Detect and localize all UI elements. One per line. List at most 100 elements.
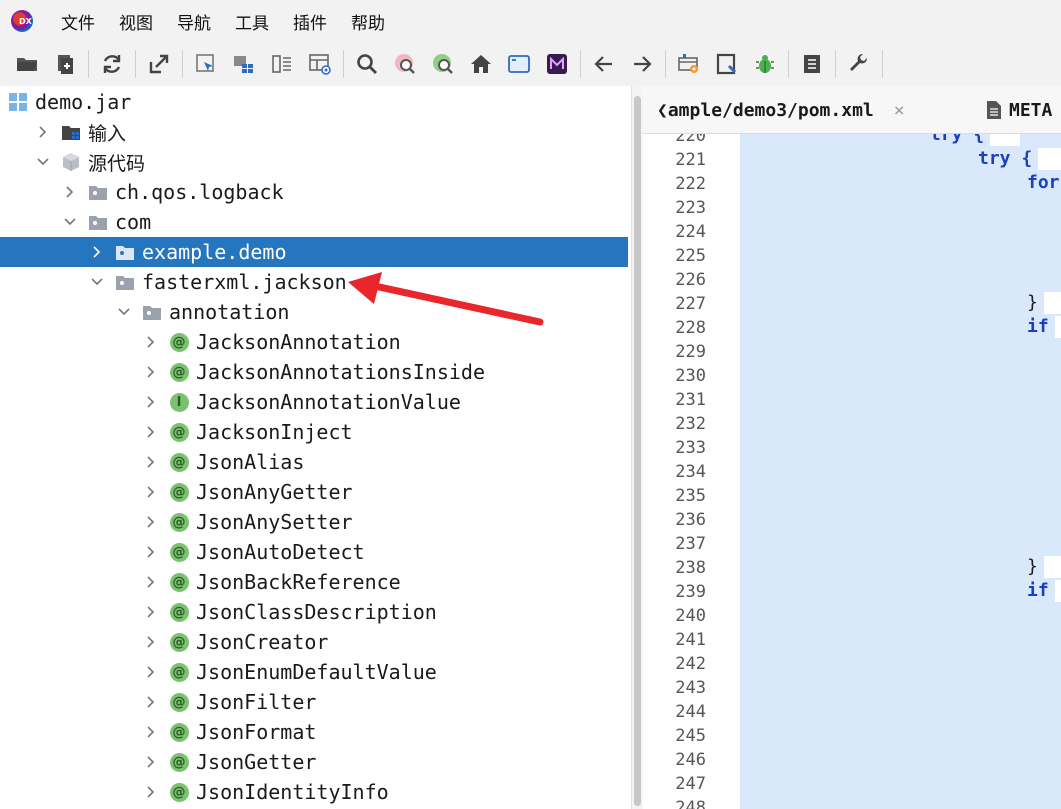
chevron-right-icon[interactable] bbox=[143, 754, 159, 770]
tree-row[interactable]: @ JacksonAnnotation bbox=[0, 327, 628, 357]
open-folder-icon[interactable] bbox=[12, 49, 42, 79]
line-number: 226 bbox=[675, 270, 706, 290]
line-number: 239 bbox=[675, 582, 706, 602]
tree-row[interactable]: example.demo bbox=[0, 237, 628, 267]
chevron-right-icon[interactable] bbox=[143, 724, 159, 740]
chevron-right-icon[interactable] bbox=[143, 634, 159, 650]
chevron-right-icon[interactable] bbox=[143, 514, 159, 530]
line-number: 229 bbox=[675, 342, 706, 362]
menu-file[interactable]: 文件 bbox=[49, 9, 107, 34]
preview-icon[interactable] bbox=[305, 49, 335, 79]
menu-view[interactable]: 视图 bbox=[107, 9, 165, 34]
tree-row[interactable]: @ JsonIdentityInfo bbox=[0, 777, 628, 807]
tree-row[interactable]: @ JsonGetter bbox=[0, 747, 628, 777]
chevron-right-icon[interactable] bbox=[143, 334, 159, 350]
add-files-icon[interactable] bbox=[50, 49, 80, 79]
tree-row[interactable]: demo.jar bbox=[0, 87, 628, 117]
code-overflow-mask bbox=[1054, 580, 1061, 602]
chevron-right-icon[interactable] bbox=[62, 184, 78, 200]
export-icon[interactable] bbox=[144, 49, 174, 79]
select-icon[interactable] bbox=[191, 49, 221, 79]
home-icon[interactable] bbox=[466, 49, 496, 79]
tree-row[interactable]: @ JsonAnyGetter bbox=[0, 477, 628, 507]
tree-row[interactable]: fasterxml.jackson bbox=[0, 267, 628, 297]
tree-scrollbar-thumb[interactable] bbox=[634, 96, 641, 806]
tree-row-label: JsonBackReference bbox=[196, 570, 401, 594]
chevron-right-icon[interactable] bbox=[35, 124, 51, 140]
debug-bug-icon[interactable] bbox=[750, 49, 780, 79]
sync-icon[interactable] bbox=[97, 49, 127, 79]
tree-row[interactable]: @ JsonAutoDetect bbox=[0, 537, 628, 567]
tree-row[interactable]: annotation bbox=[0, 297, 628, 327]
line-number: 237 bbox=[675, 534, 706, 554]
chevron-right-icon[interactable] bbox=[143, 394, 159, 410]
forward-arrow-icon[interactable] bbox=[627, 49, 657, 79]
decompile-icon[interactable] bbox=[712, 49, 742, 79]
annotation-icon: @ bbox=[169, 722, 189, 742]
tree-row[interactable]: 输入 bbox=[0, 117, 628, 147]
m-icon[interactable] bbox=[542, 49, 572, 79]
log-icon[interactable] bbox=[797, 49, 827, 79]
chevron-right-icon[interactable] bbox=[143, 364, 159, 380]
tree-row[interactable]: I JacksonAnnotationValue bbox=[0, 387, 628, 417]
line-number: 248 bbox=[675, 798, 706, 809]
chevron-right-icon[interactable] bbox=[143, 574, 159, 590]
flatten-icon[interactable] bbox=[267, 49, 297, 79]
code-overflow-mask bbox=[1054, 316, 1061, 338]
code-editor[interactable]: try {try {for} if} if bbox=[740, 134, 1061, 809]
chevron-right-icon[interactable] bbox=[143, 604, 159, 620]
chevron-right-icon[interactable] bbox=[143, 694, 159, 710]
menu-plugins[interactable]: 插件 bbox=[281, 9, 339, 34]
tree-row[interactable]: @ JsonAlias bbox=[0, 447, 628, 477]
tree-row[interactable]: 源代码 bbox=[0, 147, 628, 177]
chevron-right-icon[interactable] bbox=[143, 454, 159, 470]
tree-row[interactable]: com bbox=[0, 207, 628, 237]
tree-row[interactable]: @ JsonBackReference bbox=[0, 567, 628, 597]
tree-row[interactable]: @ JsonClassDescription bbox=[0, 597, 628, 627]
back-arrow-icon[interactable] bbox=[589, 49, 619, 79]
package-icon bbox=[142, 302, 162, 322]
chevron-right-icon[interactable] bbox=[89, 244, 105, 260]
tree-row[interactable]: @ JacksonAnnotationsInside bbox=[0, 357, 628, 387]
code-line: for bbox=[1027, 172, 1061, 194]
chevron-down-icon[interactable] bbox=[89, 274, 105, 290]
hierarchy-icon[interactable] bbox=[229, 49, 259, 79]
chevron-down-icon[interactable] bbox=[116, 304, 132, 320]
find-usage-icon[interactable] bbox=[390, 49, 420, 79]
tree-row[interactable]: @ JsonCreator bbox=[0, 627, 628, 657]
settings-chart-icon[interactable] bbox=[674, 49, 704, 79]
tree-row[interactable]: @ JsonEnumDefaultValue bbox=[0, 657, 628, 687]
tree-scrollbar[interactable] bbox=[631, 86, 643, 809]
tree-row[interactable]: @ JsonAnySetter bbox=[0, 507, 628, 537]
tree-row-label: 源代码 bbox=[88, 152, 146, 175]
window-icon[interactable] bbox=[504, 49, 534, 79]
tree-row[interactable]: ch.qos.logback bbox=[0, 177, 628, 207]
find-class-icon[interactable] bbox=[428, 49, 458, 79]
line-number: 240 bbox=[675, 606, 706, 626]
tree-row[interactable]: @ JsonFormat bbox=[0, 717, 628, 747]
code-text: } bbox=[1027, 292, 1038, 313]
tree-row-label: JacksonAnnotation bbox=[196, 330, 401, 354]
annotation-icon: @ bbox=[169, 512, 189, 532]
tree-row[interactable]: @ JsonFilter bbox=[0, 687, 628, 717]
chevron-right-icon[interactable] bbox=[143, 664, 159, 680]
menu-tools[interactable]: 工具 bbox=[223, 9, 281, 34]
wrench-icon[interactable] bbox=[844, 49, 874, 79]
chevron-right-icon[interactable] bbox=[143, 784, 159, 800]
chevron-right-icon[interactable] bbox=[143, 544, 159, 560]
package-icon bbox=[88, 212, 108, 232]
tree-row[interactable]: @ JacksonInject bbox=[0, 417, 628, 447]
tab-close-icon[interactable]: × bbox=[894, 100, 905, 121]
search-icon[interactable] bbox=[352, 49, 382, 79]
chevron-down-icon[interactable] bbox=[62, 214, 78, 230]
tab-pom-xml[interactable]: ❮ ample/demo3/pom.xml × bbox=[657, 86, 905, 134]
tab-meta[interactable]: META bbox=[987, 86, 1052, 134]
code-line: if bbox=[1027, 316, 1061, 338]
chevron-right-icon[interactable] bbox=[143, 484, 159, 500]
chevron-right-icon[interactable] bbox=[143, 424, 159, 440]
chevron-down-icon[interactable] bbox=[35, 154, 51, 170]
menu-navigate[interactable]: 导航 bbox=[165, 9, 223, 34]
tree-row-label: JsonCreator bbox=[196, 630, 329, 654]
menu-help[interactable]: 帮助 bbox=[339, 9, 397, 34]
code-line: } bbox=[1027, 292, 1061, 314]
